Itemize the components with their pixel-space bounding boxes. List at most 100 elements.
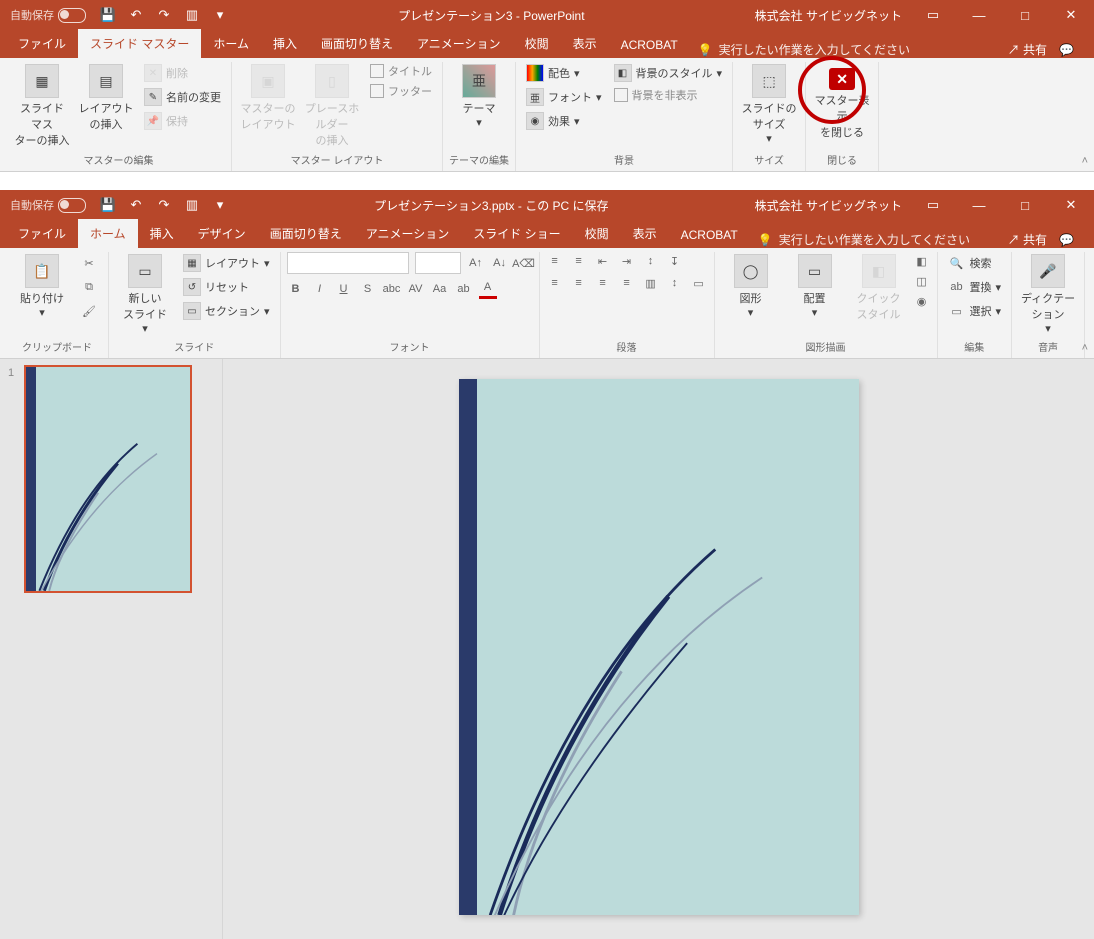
start-from-beginning-icon[interactable]: ▥: [184, 7, 200, 23]
replace-button[interactable]: ab置換 ▾: [944, 276, 1006, 298]
new-slide-button[interactable]: ▭新しい スライド▾: [115, 252, 175, 337]
group-label: 閉じる: [827, 150, 857, 171]
autosave-toggle[interactable]: 自動保存: [10, 197, 86, 213]
share-button[interactable]: ↗ 共有: [1008, 41, 1047, 58]
redo-icon[interactable]: ↷: [156, 197, 172, 213]
reset-button[interactable]: ↺リセット: [179, 276, 274, 298]
tab-transitions[interactable]: 画面切り替え: [258, 219, 354, 248]
comments-icon[interactable]: 💬: [1059, 233, 1074, 247]
tab-view[interactable]: 表示: [561, 29, 609, 58]
comments-icon[interactable]: 💬: [1059, 43, 1074, 57]
chevron-down-icon: ▾: [766, 132, 772, 145]
thumbnail-1[interactable]: 1: [24, 365, 216, 593]
undo-icon[interactable]: ↶: [128, 197, 144, 213]
bullets-icon: ≡: [546, 252, 564, 270]
insert-slide-master-button[interactable]: ▦スライド マス ターの挿入: [12, 62, 72, 150]
fonts-button[interactable]: 亜フォント ▾: [522, 86, 606, 108]
background-styles-button[interactable]: ◧背景のスタイル ▾: [610, 62, 727, 84]
shape-outline-icon: ◫: [913, 272, 931, 290]
tab-home[interactable]: ホーム: [201, 29, 261, 58]
tab-review[interactable]: 校閲: [573, 219, 621, 248]
themes-button[interactable]: 亜テーマ▾: [449, 62, 509, 131]
close-icon[interactable]: ✕: [1048, 0, 1094, 30]
collapse-ribbon-icon[interactable]: ˄: [1082, 155, 1088, 167]
tab-slide-master[interactable]: スライド マスター: [78, 29, 201, 58]
save-icon[interactable]: 💾: [100, 197, 116, 213]
ribbon-tabs: ファイル スライド マスター ホーム 挿入 画面切り替え アニメーション 校閲 …: [0, 30, 1094, 58]
effects-button[interactable]: ◉効果 ▾: [522, 110, 606, 132]
align-left-icon: ≡: [546, 274, 564, 292]
layout-icon: ▤: [89, 64, 123, 98]
tab-animations[interactable]: アニメーション: [405, 29, 513, 58]
tab-home[interactable]: ホーム: [78, 219, 138, 248]
maximize-icon[interactable]: □: [1002, 0, 1048, 30]
chevron-down-icon: ▾: [812, 306, 818, 319]
copy-button[interactable]: ⧉: [76, 276, 102, 298]
tab-acrobat[interactable]: ACROBAT: [609, 32, 690, 58]
highlight-icon: ab: [455, 280, 473, 298]
customize-qat-icon[interactable]: ▾: [212, 197, 228, 213]
customize-qat-icon[interactable]: ▾: [212, 7, 228, 23]
slide-thumbnails-pane[interactable]: 1: [0, 359, 223, 939]
tab-insert[interactable]: 挿入: [261, 29, 309, 58]
tab-acrobat[interactable]: ACROBAT: [669, 222, 750, 248]
close-icon[interactable]: ✕: [1048, 190, 1094, 220]
close-master-view-button[interactable]: ✕ マスター表示 を閉じる: [812, 62, 872, 142]
increase-font-icon: A↑: [467, 254, 485, 272]
save-icon[interactable]: 💾: [100, 7, 116, 23]
tab-slideshow[interactable]: スライド ショー: [461, 219, 572, 248]
powerpoint-master-window: 自動保存 💾 ↶ ↷ ▥ ▾ プレゼンテーション3 - PowerPoint 株…: [0, 0, 1094, 172]
tab-view[interactable]: 表示: [621, 219, 669, 248]
slide-size-button[interactable]: ⬚スライドの サイズ▾: [739, 62, 799, 147]
paste-button[interactable]: 📋貼り付け▾: [12, 252, 72, 321]
format-painter-button[interactable]: 🖌: [76, 300, 102, 322]
cut-button[interactable]: ✂: [76, 252, 102, 274]
preserve-icon: 📌: [144, 112, 162, 130]
tell-me[interactable]: 💡 実行したい作業を入力してください: [698, 41, 910, 58]
tab-insert[interactable]: 挿入: [138, 219, 186, 248]
insert-layout-button[interactable]: ▤レイアウト の挿入: [76, 62, 136, 134]
ribbon-display-icon[interactable]: ▭: [910, 0, 956, 30]
redo-icon[interactable]: ↷: [156, 7, 172, 23]
slide[interactable]: [459, 379, 859, 915]
collapse-ribbon-icon[interactable]: ˄: [1082, 342, 1088, 354]
tab-design[interactable]: デザイン: [186, 219, 258, 248]
close-master-icon: ✕: [829, 68, 855, 90]
minimize-icon[interactable]: —: [956, 0, 1002, 30]
shapes-button[interactable]: ◯図形▾: [721, 252, 781, 321]
maximize-icon[interactable]: □: [1002, 190, 1048, 220]
chevron-down-icon: ▾: [1045, 322, 1051, 335]
start-from-beginning-icon[interactable]: ▥: [184, 197, 200, 213]
undo-icon[interactable]: ↶: [128, 7, 144, 23]
numbering-icon: ≡: [570, 252, 588, 270]
layout-button[interactable]: ▦レイアウト ▾: [179, 252, 274, 274]
tell-me[interactable]: 💡 実行したい作業を入力してください: [758, 231, 970, 248]
hide-background-checkbox: 背景を非表示: [610, 86, 727, 104]
quick-styles-button: ◧クイック スタイル: [849, 252, 909, 324]
section-button[interactable]: ▭セクション ▾: [179, 300, 274, 322]
find-button[interactable]: 🔍検索: [944, 252, 1006, 274]
colors-icon: [526, 64, 544, 82]
minimize-icon[interactable]: —: [956, 190, 1002, 220]
shapes-icon: ◯: [734, 254, 768, 288]
tab-animations[interactable]: アニメーション: [354, 219, 462, 248]
tab-file[interactable]: ファイル: [6, 29, 78, 58]
toggle-icon: [58, 198, 86, 213]
quick-styles-icon: ◧: [862, 254, 896, 288]
tab-transitions[interactable]: 画面切り替え: [309, 29, 405, 58]
dictate-button[interactable]: 🎤ディクテー ション▾: [1018, 252, 1078, 337]
tab-review[interactable]: 校閲: [513, 29, 561, 58]
arrange-button[interactable]: ▭配置▾: [785, 252, 845, 321]
ribbon-display-icon[interactable]: ▭: [910, 190, 956, 220]
slide-canvas-area[interactable]: [223, 359, 1094, 939]
colors-button[interactable]: 配色 ▾: [522, 62, 606, 84]
rename-button[interactable]: ✎名前の変更: [140, 86, 225, 108]
tab-file[interactable]: ファイル: [6, 219, 78, 248]
account-name[interactable]: 株式会社 サイビッグネット: [755, 7, 902, 24]
select-button[interactable]: ▭選択 ▾: [944, 300, 1006, 322]
autosave-toggle[interactable]: 自動保存: [10, 7, 86, 23]
share-button[interactable]: ↗ 共有: [1008, 231, 1047, 248]
account-name[interactable]: 株式会社 サイビッグネット: [755, 197, 902, 214]
group-voice: 🎤ディクテー ション▾ 音声: [1012, 252, 1085, 358]
arrange-icon: ▭: [798, 254, 832, 288]
